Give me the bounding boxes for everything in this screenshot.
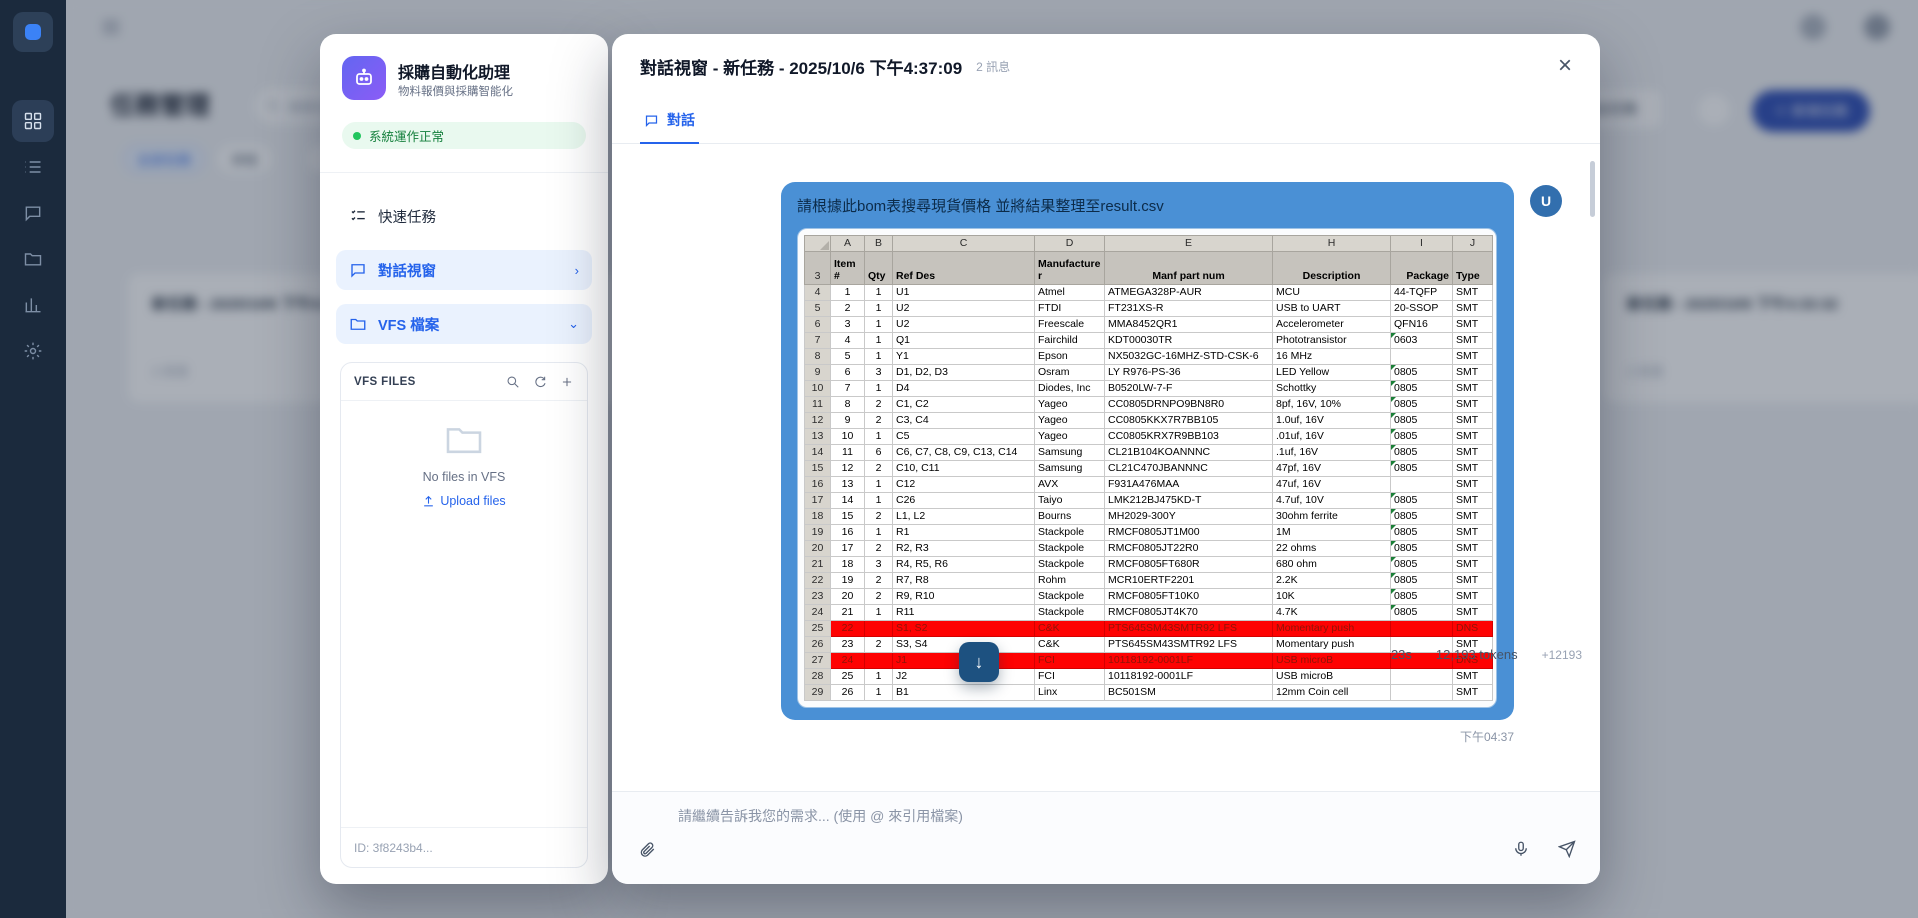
refresh-icon[interactable]: [533, 375, 547, 389]
microphone-icon: [1512, 840, 1530, 858]
bom-row: 631U2FreescaleMMA8452QR1AccelerometerQFN…: [805, 317, 1493, 333]
bom-spreadsheet-image[interactable]: ABCDEHIJ3Item #QtyRef DesManufacturerMan…: [797, 228, 1497, 708]
bom-table: ABCDEHIJ3Item #QtyRef DesManufacturerMan…: [804, 235, 1493, 701]
bom-row: 18152L1, L2BournsMH2029-300Y30ohm ferrit…: [805, 509, 1493, 525]
bom-row: 23202R9, R10StackpoleRMCF0805FT10K010K08…: [805, 589, 1493, 605]
message-text: 請根據此bom表搜尋現貨價格 並將結果整理至result.csv: [797, 195, 1498, 216]
gear-icon: [23, 341, 43, 361]
checklist-icon: [349, 207, 367, 225]
assistant-panel: 採購自動化助理 物料報價與採購智能化 系統運作正常 快速任務 對話視窗 › VF…: [320, 34, 608, 884]
bom-row: 29261B1LinxBC501SM12mm Coin cellSMT: [805, 685, 1493, 701]
tokens-delta: +12193: [1542, 648, 1582, 662]
sidebar-icon-settings[interactable]: [12, 330, 54, 372]
message-composer: [612, 791, 1600, 884]
dialog-title: 對話視窗 - 新任務 - 2025/10/6 下午4:37:09: [640, 54, 962, 79]
chevron-down-icon: ⌄: [568, 316, 579, 332]
assistant-subtitle: 物料報價與採購智能化: [398, 83, 513, 99]
tokens-stat: 12,193 tokens: [1436, 647, 1518, 662]
scroll-to-bottom-button[interactable]: ↓: [959, 642, 999, 682]
vfs-session-id: ID: 3f8243b4...: [341, 827, 587, 867]
bom-row: 14116C6, C7, C8, C9, C13, C14SamsungCL21…: [805, 445, 1493, 461]
status-dot-icon: [353, 132, 361, 140]
message-timestamp: 下午04:37: [1314, 728, 1514, 745]
vfs-files-header: VFS FILES: [354, 376, 416, 388]
status-badge: 系統運作正常: [342, 122, 586, 149]
plus-icon[interactable]: [560, 375, 574, 389]
bom-row: 26232S3, S4C&KPTS645SM43SMTR92 LFSMoment…: [805, 637, 1493, 653]
bom-row: 411U1AtmelATMEGA328P-AURMCU44-TQFPSMT: [805, 285, 1493, 301]
attach-button[interactable]: [638, 840, 656, 863]
send-button[interactable]: [1558, 840, 1576, 863]
menu-item-vfs-files[interactable]: VFS 檔案 ⌄: [336, 304, 592, 344]
bom-row: 1292C3, C4YageoCC0805KKX7R7BB1051.0uf, 1…: [805, 413, 1493, 429]
app-logo[interactable]: [13, 12, 53, 52]
sidebar-icon-dashboard[interactable]: [12, 100, 54, 142]
chat-icon: [23, 203, 43, 223]
bom-row: 24211R11StackpoleRMCF0805JT4K704.7K0805S…: [805, 605, 1493, 621]
menu-item-chat-window[interactable]: 對話視窗 ›: [336, 250, 592, 290]
upload-files-button[interactable]: Upload files: [422, 494, 505, 508]
bom-row: 28251J2FCI10118192-0001LFUSB microBSMT: [805, 669, 1493, 685]
chart-icon: [23, 295, 43, 315]
send-icon: [1558, 840, 1576, 858]
bom-row: 16131C12AVXF931A476MAA47uf, 16VSMT: [805, 477, 1493, 493]
sidebar-icon-tasks[interactable]: [12, 146, 54, 188]
bom-row: 17141C26TaiyoLMK212BJ475KD-T4.7uf, 10V08…: [805, 493, 1493, 509]
list-icon: [23, 157, 43, 177]
user-message-bubble: 請根據此bom表搜尋現貨價格 並將結果整理至result.csv ABCDEHI…: [781, 182, 1514, 720]
logo-icon: [25, 24, 41, 40]
usage-stats: 23s 12,193 tokens +12193: [1391, 647, 1582, 662]
mic-button[interactable]: [1512, 840, 1530, 863]
vfs-files-box: VFS FILES No files in VFS Upload files I…: [340, 362, 588, 868]
bom-row: 2522S1, S2C&KPTS645SM43SMTR92 LFSMomenta…: [805, 621, 1493, 637]
bom-row: 1071D4Diodes, IncB0520LW-7-FSchottky0805…: [805, 381, 1493, 397]
chevron-right-icon: ›: [575, 263, 579, 278]
app-sidebar: [0, 0, 66, 918]
bom-row: 521U2FTDIFT231XS-RUSB to UART20-SSOPSMT: [805, 301, 1493, 317]
sidebar-icon-files[interactable]: [12, 238, 54, 280]
scrollbar-thumb[interactable]: [1590, 161, 1595, 217]
vfs-empty-state: No files in VFS Upload files: [341, 423, 587, 513]
assistant-title: 採購自動化助理: [398, 59, 510, 83]
bom-row: 2724J1FCI10118192-0001LFUSB microBDNS: [805, 653, 1493, 669]
bom-row: 15122C10, C11SamsungCL21C470JBANNNC47pf,…: [805, 461, 1493, 477]
bom-row: 20172R2, R3StackpoleRMCF0805JT22R022 ohm…: [805, 541, 1493, 557]
search-icon[interactable]: [506, 375, 520, 389]
message-count-badge: 2 訊息: [976, 58, 1010, 75]
bom-row: 13101C5YageoCC0805KRX7R9BB103.01uf, 16V0…: [805, 429, 1493, 445]
bom-row: 1182C1, C2YageoCC0805DRNPO9BN8R08pf, 16V…: [805, 397, 1493, 413]
bom-row: 19161R1StackpoleRMCF0805JT1M001M0805SMT: [805, 525, 1493, 541]
robot-icon: [352, 66, 376, 90]
bom-row: 741Q1FairchildKDT00030TRPhototransistor0…: [805, 333, 1493, 349]
chat-dialog: 對話視窗 - 新任務 - 2025/10/6 下午4:37:09 2 訊息 × …: [612, 34, 1600, 884]
divider: [320, 172, 608, 173]
bom-row: 22192R7, R8RohmMCR10ERTF22012.2K0805SMT: [805, 573, 1493, 589]
bom-row: 21183R4, R5, R6StackpoleRMCF0805FT680R68…: [805, 557, 1493, 573]
message-input[interactable]: [678, 802, 1518, 830]
menu-item-quick-tasks[interactable]: 快速任務: [336, 196, 592, 236]
chat-scroll-area[interactable]: 請根據此bom表搜尋現貨價格 並將結果整理至result.csv ABCDEHI…: [612, 145, 1600, 774]
paperclip-icon: [638, 840, 656, 858]
grid-icon: [23, 111, 43, 131]
assistant-logo: [342, 56, 386, 100]
sidebar-icon-reports[interactable]: [12, 284, 54, 326]
user-avatar: U: [1530, 185, 1562, 217]
duration-stat: 23s: [1391, 647, 1412, 662]
chat-icon: [349, 261, 367, 279]
bom-row: 851Y1EpsonNX5032GC-16MHZ-STD-CSK-616 MHz…: [805, 349, 1493, 365]
bom-row: 963D1, D2, D3OsramLY R976-PS-36LED Yello…: [805, 365, 1493, 381]
chat-icon: [644, 113, 659, 128]
no-files-label: No files in VFS: [341, 470, 587, 484]
sidebar-icon-chat[interactable]: [12, 192, 54, 234]
tab-conversation[interactable]: 對話: [640, 98, 699, 144]
dialog-tabbar: 對話: [612, 98, 1600, 144]
folder-icon: [349, 315, 367, 333]
folder-icon: [444, 423, 484, 455]
upload-icon: [422, 495, 435, 508]
close-icon[interactable]: ×: [1558, 54, 1572, 78]
folder-icon: [23, 249, 43, 269]
